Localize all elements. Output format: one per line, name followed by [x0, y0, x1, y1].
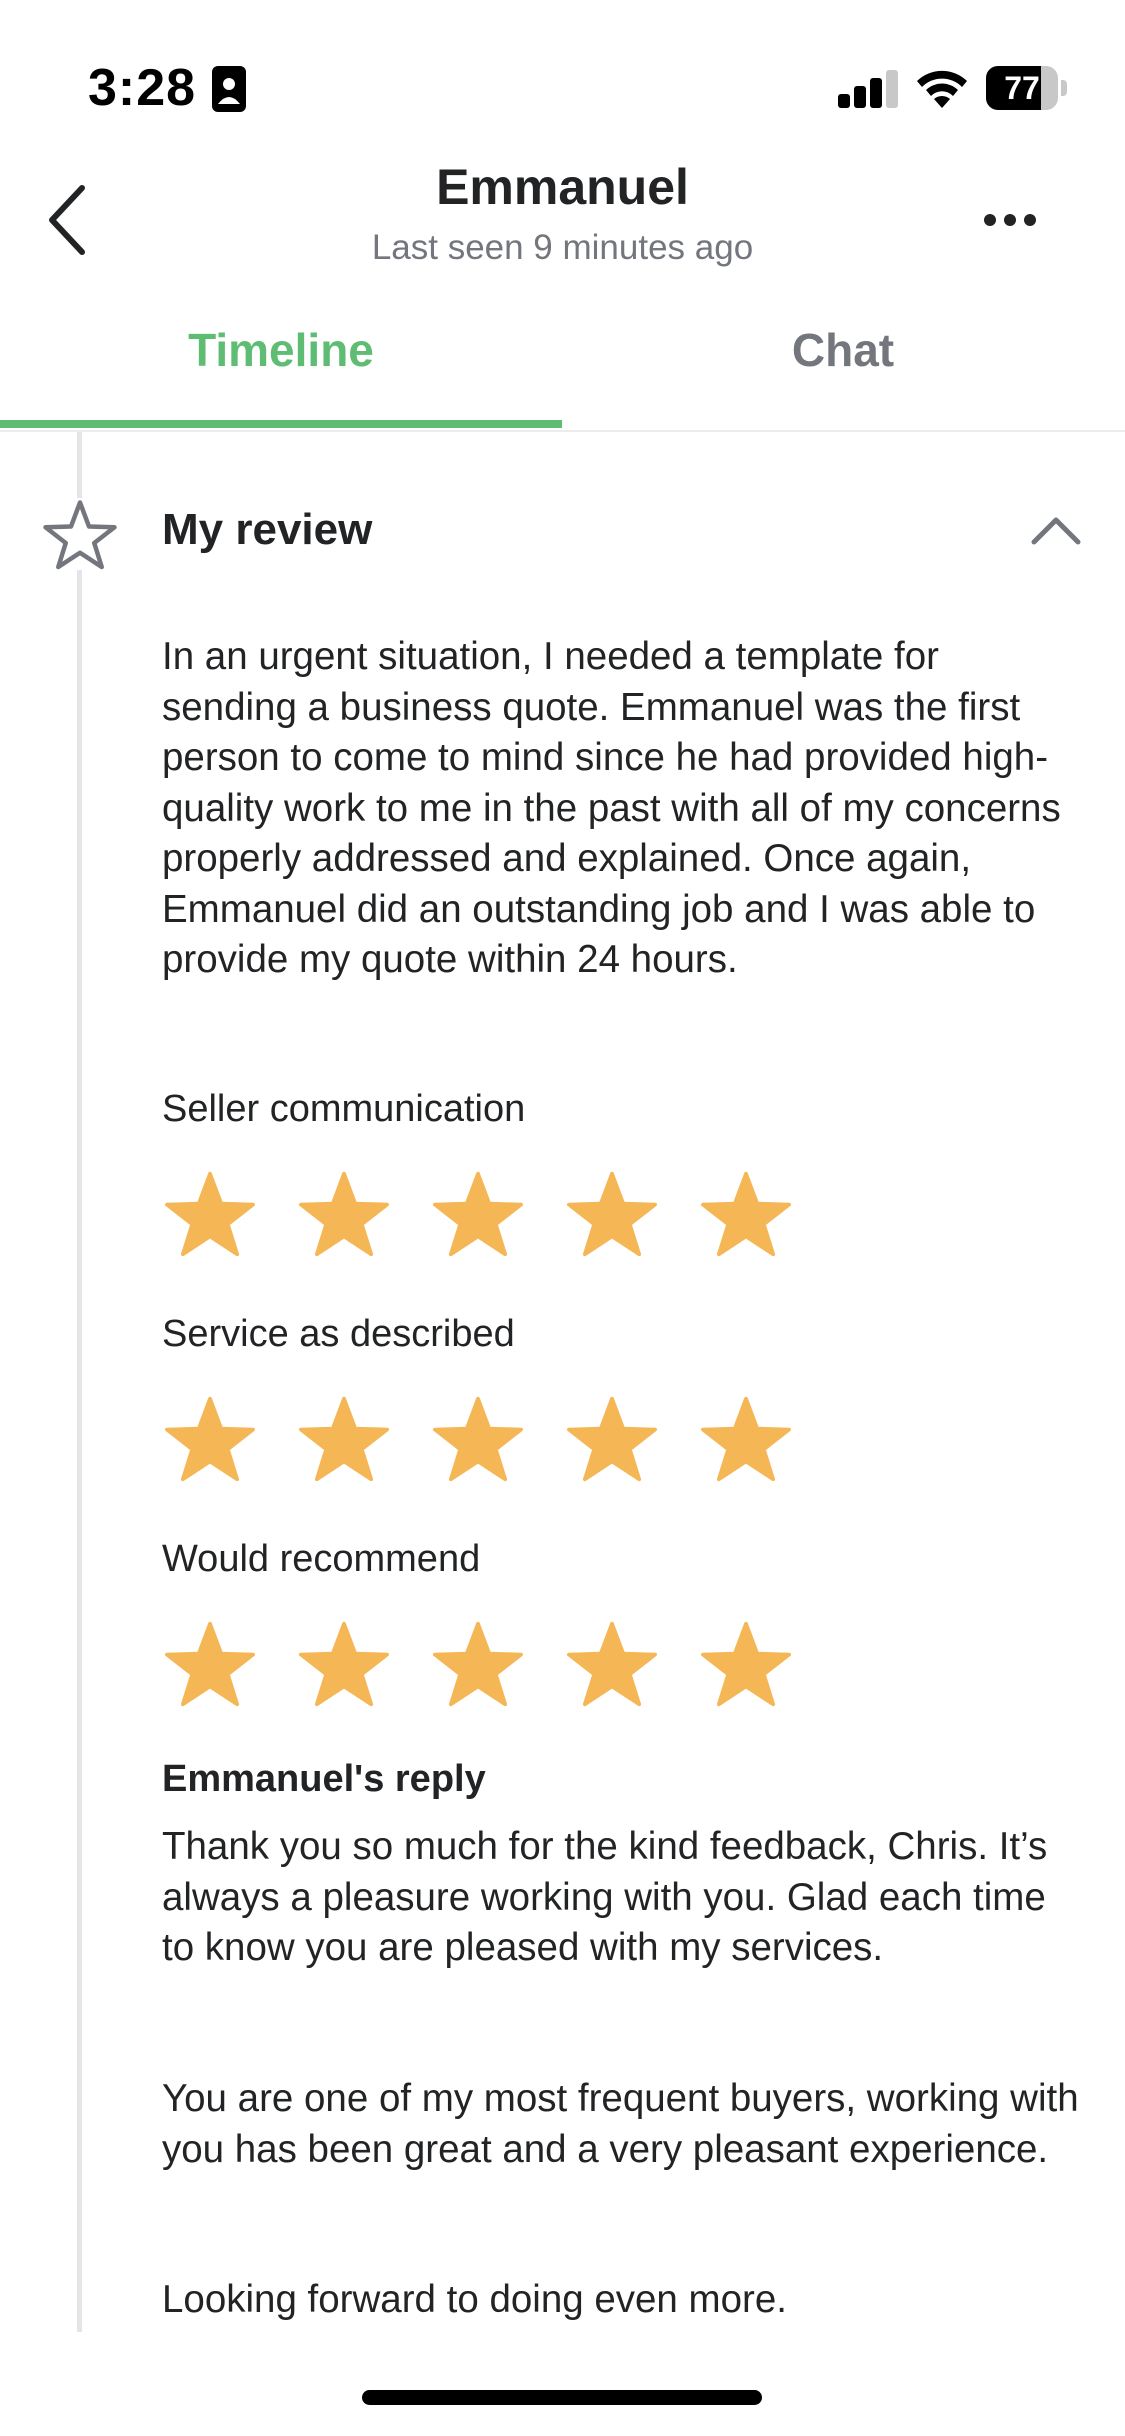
home-indicator	[362, 2390, 762, 2405]
star-filled-icon	[701, 1396, 791, 1482]
battery-tip	[1061, 80, 1067, 96]
cellular-signal-icon	[838, 70, 898, 108]
seller-reply-paragraph: Looking forward to doing even more.	[162, 2278, 787, 2321]
star-filled-icon	[299, 1621, 389, 1707]
battery-level: 77	[1004, 70, 1040, 106]
battery-body: 77	[986, 66, 1058, 110]
status-bar: 3:28 77	[0, 0, 1125, 170]
star-filled-icon	[299, 1171, 389, 1257]
star-filled-icon	[165, 1621, 255, 1707]
star-filled-icon	[567, 1621, 657, 1707]
star-outline-icon	[42, 498, 118, 570]
star-filled-icon	[165, 1171, 255, 1257]
rating-label-would-recommend: Would recommend	[162, 1538, 481, 1580]
rating-stars-seller-communication	[162, 1168, 812, 1258]
active-tab-indicator	[0, 420, 562, 428]
chat-header: Emmanuel Last seen 9 minutes ago	[0, 150, 1125, 290]
tab-bar: Timeline Chat	[0, 300, 1125, 432]
contact-name: Emmanuel	[436, 159, 689, 215]
star-filled-icon	[701, 1621, 791, 1707]
seller-reply-paragraph: You are one of my most frequent buyers, …	[162, 2077, 1079, 2171]
rating-label-seller-communication: Seller communication	[162, 1088, 526, 1130]
tab-chat[interactable]: Chat	[562, 300, 1124, 424]
review-text: In an urgent situation, I needed a templ…	[162, 635, 1061, 981]
star-filled-icon	[567, 1396, 657, 1482]
star-filled-icon	[701, 1171, 791, 1257]
status-time: 3:28	[88, 59, 197, 117]
star-filled-icon	[433, 1621, 523, 1707]
star-filled-icon	[433, 1171, 523, 1257]
contact-card-icon	[212, 66, 246, 112]
tab-timeline[interactable]: Timeline	[0, 300, 562, 424]
review-section-title: My review	[162, 505, 373, 554]
seller-reply-title: Emmanuel's reply	[162, 1758, 486, 1800]
star-filled-icon	[567, 1171, 657, 1257]
star-filled-icon	[165, 1396, 255, 1482]
rating-label-service-as-described: Service as described	[162, 1313, 515, 1355]
more-dots-icon[interactable]	[980, 200, 1040, 240]
battery-indicator: 77	[986, 66, 1067, 110]
seller-reply-paragraph: Thank you so much for the kind feedback,…	[162, 1825, 1048, 1969]
star-filled-icon	[433, 1396, 523, 1482]
wifi-icon	[917, 70, 967, 108]
timeline-line	[77, 432, 82, 2332]
star-filled-icon	[299, 1396, 389, 1482]
chevron-up-icon[interactable]	[1028, 510, 1084, 550]
rating-stars-would-recommend	[162, 1618, 812, 1708]
rating-stars-service-as-described	[162, 1393, 812, 1483]
last-seen-status: Last seen 9 minutes ago	[371, 228, 754, 267]
